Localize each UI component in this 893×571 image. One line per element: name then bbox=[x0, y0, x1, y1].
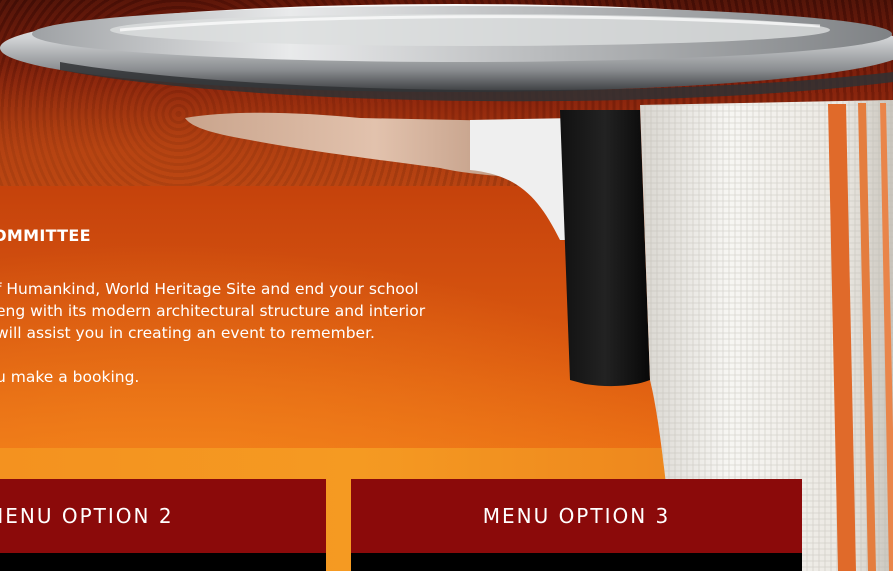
menu-option-3-card[interactable]: MENU OPTION 3 bbox=[351, 479, 802, 571]
menu-option-2-card[interactable]: MENU OPTION 2 bbox=[0, 479, 326, 571]
menu-option-3-footer bbox=[351, 553, 802, 571]
intro-text: f Humankind, World Heritage Site and end… bbox=[0, 278, 556, 388]
menu-option-3-label[interactable]: MENU OPTION 3 bbox=[351, 479, 802, 553]
booking-line: u make a booking. bbox=[0, 368, 140, 386]
intro-line-3: will assist you in creating an event to … bbox=[0, 324, 375, 342]
intro-line-1: f Humankind, World Heritage Site and end… bbox=[0, 280, 419, 298]
textured-header-band bbox=[0, 0, 893, 190]
menu-option-2-label[interactable]: MENU OPTION 2 bbox=[0, 479, 326, 553]
menu-option-2-footer bbox=[0, 553, 326, 571]
section-heading: OMMITTEE bbox=[0, 226, 91, 245]
intro-line-2: eng with its modern architectural struct… bbox=[0, 302, 426, 320]
